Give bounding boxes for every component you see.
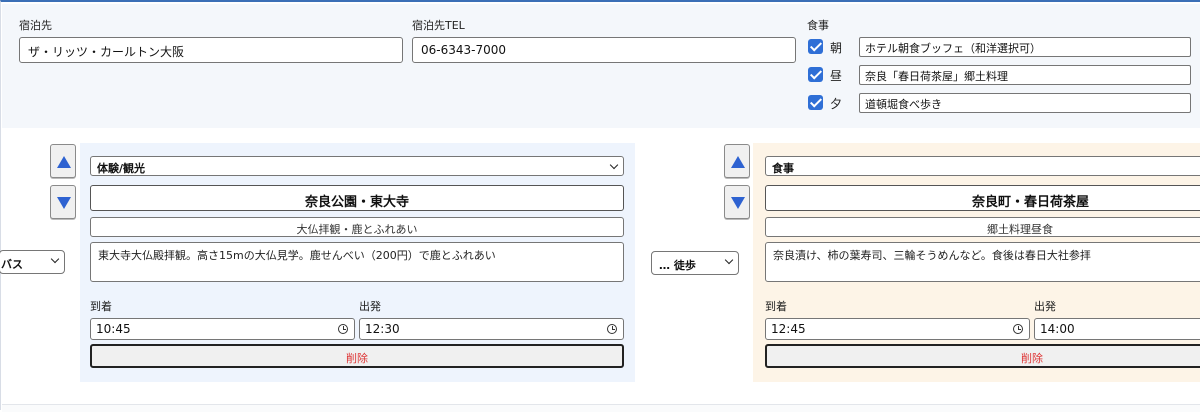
arrival-time-input-1[interactable]: 10:45 xyxy=(90,318,355,340)
category-select-2[interactable]: 食事 xyxy=(765,156,1200,176)
lunch-input[interactable]: 奈良「春日荷茶屋」郷土料理 xyxy=(859,65,1191,85)
meal-row-dinner: 夕 道頓堀食べ歩き xyxy=(808,93,1193,113)
lodging-tel-label: 宿泊先TEL xyxy=(412,19,465,32)
arrival-label: 到着 xyxy=(765,300,787,313)
departure-time-value: 14:00 xyxy=(1040,322,1075,336)
triangle-down-icon xyxy=(731,197,745,209)
clock-icon[interactable] xyxy=(338,324,348,334)
move-up-button-1[interactable] xyxy=(50,144,76,178)
category-select-1[interactable]: 体験/観光 xyxy=(90,156,624,176)
move-down-button-2[interactable] xyxy=(724,185,750,219)
dinner-input[interactable]: 道頓堀食べ歩き xyxy=(859,93,1191,113)
spot-name-input-2[interactable]: 奈良町・春日荷茶屋 xyxy=(765,185,1200,211)
arrival-time-value: 10:45 xyxy=(96,322,131,336)
meal-row-lunch: 昼 奈良「春日荷茶屋」郷土料理 xyxy=(808,65,1193,85)
lodging-meals-section: 宿泊先 ザ・リッツ・カールトン大阪 宿泊先TEL 06-6343-7000 食事… xyxy=(2,4,1200,128)
lodging-name-input[interactable]: ザ・リッツ・カールトン大阪 xyxy=(19,37,403,63)
lunch-checkbox[interactable] xyxy=(808,67,823,82)
triangle-down-icon xyxy=(57,197,71,209)
arrival-time-input-2[interactable]: 12:45 xyxy=(765,318,1030,340)
breakfast-input[interactable]: ホテル朝食ブッフェ（和洋選択可） xyxy=(859,37,1191,57)
breakfast-label: 朝 xyxy=(830,41,843,55)
clock-icon[interactable] xyxy=(1013,324,1023,334)
departure-time-input-2[interactable]: 14:00 xyxy=(1034,318,1200,340)
transport-select-1[interactable]: バス xyxy=(0,250,65,274)
spot-description-input-2[interactable]: 奈良漬け、柿の葉寿司、三輪そうめんなど。食後は春日大社参拝 xyxy=(765,242,1200,282)
triangle-up-icon xyxy=(57,156,71,168)
transport-select-2[interactable]: … 徒歩 xyxy=(651,251,739,275)
lodging-name-label: 宿泊先 xyxy=(19,19,52,32)
section-bottom-border xyxy=(2,404,1200,412)
triangle-up-icon xyxy=(731,156,745,168)
dinner-label: 夕 xyxy=(830,97,843,111)
spot-subtitle-input-2[interactable]: 郷土料理昼食 xyxy=(765,217,1200,237)
delete-button-1[interactable]: 削除 xyxy=(90,344,624,368)
move-down-button-1[interactable] xyxy=(50,185,76,219)
move-up-button-2[interactable] xyxy=(724,144,750,178)
chevron-down-icon xyxy=(50,254,60,264)
departure-label: 出発 xyxy=(359,300,381,313)
category-value: 食事 xyxy=(772,162,794,175)
spot-subtitle-input-1[interactable]: 大仏拝観・鹿とふれあい xyxy=(90,217,624,237)
spot-name-value: 奈良町・春日荷茶屋 xyxy=(972,195,1090,210)
clock-icon[interactable] xyxy=(607,324,617,334)
dinner-checkbox[interactable] xyxy=(808,95,823,110)
spot-description-input-1[interactable]: 東大寺大仏殿拝観。高さ15mの大仏見学。鹿せんべい（200円）で鹿とふれあい xyxy=(90,242,624,282)
category-value: 体験/観光 xyxy=(97,162,146,175)
delete-label: 削除 xyxy=(1021,352,1043,365)
spot-card-2: 食事 奈良町・春日荷茶屋 郷土料理昼食 奈良漬け、柿の葉寿司、三輪そうめんなど。… xyxy=(753,143,1200,382)
meal-row-breakfast: 朝 ホテル朝食ブッフェ（和洋選択可） xyxy=(808,37,1193,57)
transport-value: … 徒歩 xyxy=(659,259,696,272)
transport-value: バス xyxy=(1,258,23,271)
departure-label: 出発 xyxy=(1034,300,1056,313)
chevron-down-icon xyxy=(609,160,619,170)
arrival-time-value: 12:45 xyxy=(771,322,806,336)
lodging-tel-input[interactable]: 06-6343-7000 xyxy=(412,37,796,63)
departure-time-input-1[interactable]: 12:30 xyxy=(359,318,624,340)
day-editor-frame: 宿泊先 ザ・リッツ・カールトン大阪 宿泊先TEL 06-6343-7000 食事… xyxy=(0,0,1200,412)
spot-name-input-1[interactable]: 奈良公園・東大寺 xyxy=(90,185,624,211)
departure-time-value: 12:30 xyxy=(365,322,400,336)
breakfast-checkbox[interactable] xyxy=(808,39,823,54)
delete-button-2[interactable]: 削除 xyxy=(765,344,1200,368)
arrival-label: 到着 xyxy=(90,300,112,313)
lunch-label: 昼 xyxy=(830,69,843,83)
spot-card-1: 体験/観光 奈良公園・東大寺 大仏拝観・鹿とふれあい 東大寺大仏殿拝観。高さ15… xyxy=(80,143,635,382)
meals-label: 食事 xyxy=(807,19,829,32)
spot-subtitle-value: 郷土料理昼食 xyxy=(987,223,1053,236)
chevron-down-icon xyxy=(724,255,734,265)
